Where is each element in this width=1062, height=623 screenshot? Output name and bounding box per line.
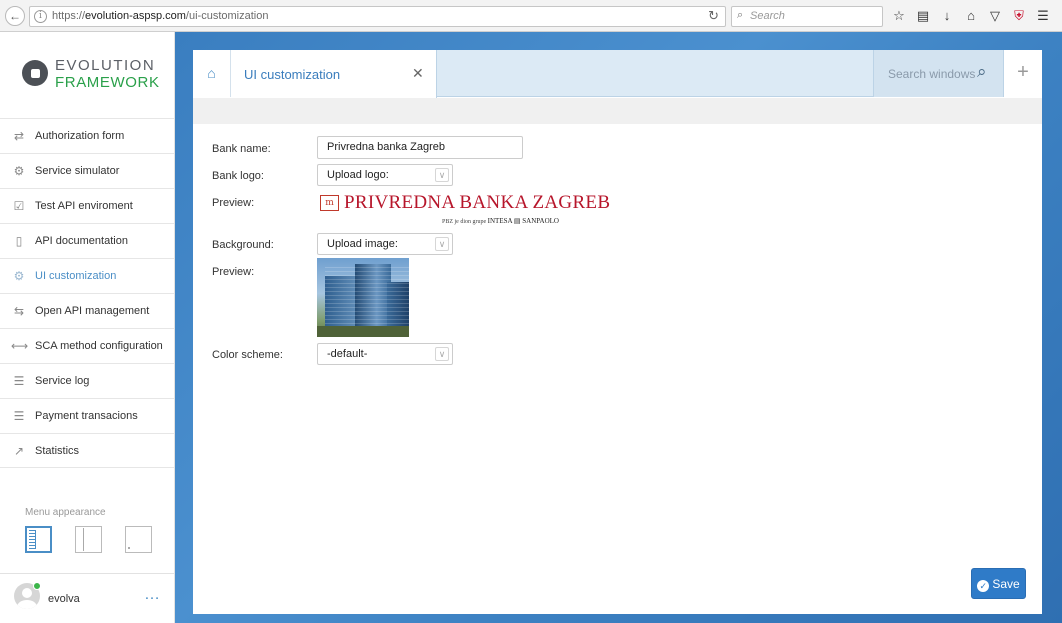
browser-search-placeholder: Search <box>750 10 785 22</box>
bank-logo-select[interactable]: Upload logo: ∨ <box>317 164 453 186</box>
search-windows[interactable]: Search windows ⌕ <box>873 50 1003 97</box>
sidebar-item-api-documentation[interactable]: ▯ API documentation <box>0 223 174 258</box>
user-name: evolva <box>48 593 80 605</box>
back-button[interactable]: ← <box>5 6 25 26</box>
home-icon[interactable]: ⌂ <box>962 6 980 26</box>
browser-search-input[interactable]: ⌕ Search <box>731 6 883 27</box>
menu-icon[interactable]: ☰ <box>1034 6 1052 26</box>
pbz-mark-icon: m <box>320 195 339 211</box>
more-options-icon[interactable]: … <box>144 586 161 604</box>
sidebar-item-service-simulator[interactable]: ⚙ Service simulator <box>0 153 174 188</box>
search-windows-label: Search windows <box>888 67 976 81</box>
reload-icon[interactable]: ↻ <box>708 8 719 24</box>
add-window-button[interactable]: + <box>1003 50 1042 97</box>
sidebar-item-label: Statistics <box>35 444 80 457</box>
document-icon: ▯ <box>15 234 23 248</box>
online-status-icon <box>33 582 41 590</box>
home-tab-icon[interactable]: ⌂ <box>193 50 231 97</box>
logo-mark-icon <box>22 60 48 86</box>
bank-name-input[interactable]: Privredna banka Zagreb <box>317 136 523 159</box>
check-circle-icon: ✓ <box>977 580 990 592</box>
sidebar-item-label: Test API enviroment <box>35 200 133 212</box>
reading-list-icon[interactable]: ▤ <box>914 6 932 26</box>
menu-appearance-options <box>25 526 152 553</box>
evolution-framework-logo[interactable]: EVOLUTION FRAMEWORK <box>22 54 162 98</box>
browser-toolbar: ← i https://evolution-aspsp.com/ui-custo… <box>0 0 1062 32</box>
window-subheader <box>193 98 1042 124</box>
arrows-horizontal-icon: ⟷ <box>11 339 29 353</box>
sidebar-item-authorization-form[interactable]: ⇄ Authorization form <box>0 118 174 153</box>
sidebar-item-service-log[interactable]: ☰ Service log <box>0 363 174 398</box>
background-select[interactable]: Upload image: ∨ <box>317 233 453 255</box>
chevron-down-icon: ∨ <box>435 237 449 251</box>
background-preview-label: Preview: <box>212 266 255 278</box>
tab-ui-customization[interactable]: UI customization ✕ <box>231 50 437 98</box>
exchange-icon: ⇆ <box>13 304 25 318</box>
save-button-label: Save <box>992 577 1020 591</box>
gear-icon: ⚙ <box>13 269 25 283</box>
window-lines <box>325 264 409 332</box>
sidebar-item-test-api[interactable]: ☑ Test API enviroment <box>0 188 174 223</box>
pocket-icon[interactable]: ▽ <box>986 6 1004 26</box>
sidebar-item-statistics[interactable]: ↗ Statistics <box>0 433 174 468</box>
url-text: https://evolution-aspsp.com/ui-customiza… <box>52 10 269 22</box>
sidebar-item-payment-transactions[interactable]: ☰ Payment transacions <box>0 398 174 433</box>
background-label: Background: <box>212 239 274 251</box>
color-scheme-select-value: -default- <box>327 348 368 360</box>
table-icon: ☰ <box>13 409 25 423</box>
ground <box>317 326 409 337</box>
sidebar-menu: ⇄ Authorization form ⚙ Service simulator… <box>0 118 174 468</box>
logo-preview-label: Preview: <box>212 197 255 209</box>
sidebar-item-ui-customization[interactable]: ⚙ UI customization <box>0 258 174 293</box>
ui-customization-window: ⌂ UI customization ✕ Search windows ⌕ + … <box>193 50 1042 614</box>
bank-logo-subtext: PBZ je dion grupe INTESA ▤ SANPAOLO <box>442 217 559 225</box>
search-icon: ⌕ <box>737 9 744 21</box>
chevron-down-icon: ∨ <box>435 168 449 182</box>
logo-line-1: EVOLUTION <box>55 57 156 74</box>
search-icon: ⌕ <box>977 62 987 81</box>
sidebar-item-sca-method[interactable]: ⟷ SCA method configuration <box>0 328 174 363</box>
color-scheme-select[interactable]: -default- ∨ <box>317 343 453 365</box>
sidebar-item-label: UI customization <box>35 270 117 282</box>
tab-strip: ⌂ UI customization ✕ Search windows ⌕ + <box>193 50 1042 98</box>
bank-logo-select-value: Upload logo: <box>327 169 389 181</box>
close-icon[interactable]: ✕ <box>412 65 424 82</box>
bank-logo-preview: m PRIVREDNA BANKA ZAGREB PBZ je dion gru… <box>320 192 610 228</box>
bank-name-label: Bank name: <box>212 143 271 155</box>
menu-appearance-expanded[interactable] <box>25 526 52 553</box>
save-button[interactable]: ✓ Save <box>971 568 1026 599</box>
tab-title: UI customization <box>244 67 341 82</box>
browser-toolbar-icons: ☆ ▤ ↓ ⌂ ▽ ⛨ ☰ <box>890 6 1052 26</box>
bank-logo-text: PRIVREDNA BANKA ZAGREB <box>344 192 611 213</box>
sidebar-item-label: SCA method configuration <box>35 340 163 352</box>
background-preview-image <box>317 258 409 337</box>
sidebar-item-label: Open API management <box>35 305 150 317</box>
list-icon: ☰ <box>13 374 25 388</box>
sidebar-item-label: Service simulator <box>35 165 120 177</box>
chevron-down-icon: ∨ <box>435 347 449 361</box>
info-icon[interactable]: i <box>34 10 47 23</box>
sidebar-item-label: Authorization form <box>35 130 125 142</box>
sidebar-item-open-api-management[interactable]: ⇆ Open API management <box>0 293 174 328</box>
address-bar[interactable]: i https://evolution-aspsp.com/ui-customi… <box>29 6 726 27</box>
background-select-value: Upload image: <box>327 238 398 250</box>
swap-icon: ⇄ <box>13 129 25 143</box>
sidebar-item-label: Payment transacions <box>35 410 138 422</box>
color-scheme-label: Color scheme: <box>212 349 283 361</box>
user-panel: evolva … <box>0 573 174 623</box>
star-icon[interactable]: ☆ <box>890 6 908 26</box>
download-icon[interactable]: ↓ <box>938 6 956 26</box>
sidebar-item-label: API documentation <box>35 235 128 247</box>
sidebar: EVOLUTION FRAMEWORK ⇄ Authorization form… <box>0 32 175 623</box>
gears-icon: ⚙ <box>13 164 25 178</box>
logo-line-2: FRAMEWORK <box>55 74 160 91</box>
menu-appearance-hidden[interactable] <box>125 526 152 553</box>
menu-appearance-compact[interactable] <box>75 526 102 553</box>
checkbox-icon: ☑ <box>13 199 25 213</box>
ublock-icon[interactable]: ⛨ <box>1010 6 1028 26</box>
sidebar-item-label: Service log <box>35 375 90 387</box>
line-chart-icon: ↗ <box>13 443 25 458</box>
menu-appearance-title: Menu appearance <box>25 507 106 518</box>
bank-logo-label: Bank logo: <box>212 170 264 182</box>
